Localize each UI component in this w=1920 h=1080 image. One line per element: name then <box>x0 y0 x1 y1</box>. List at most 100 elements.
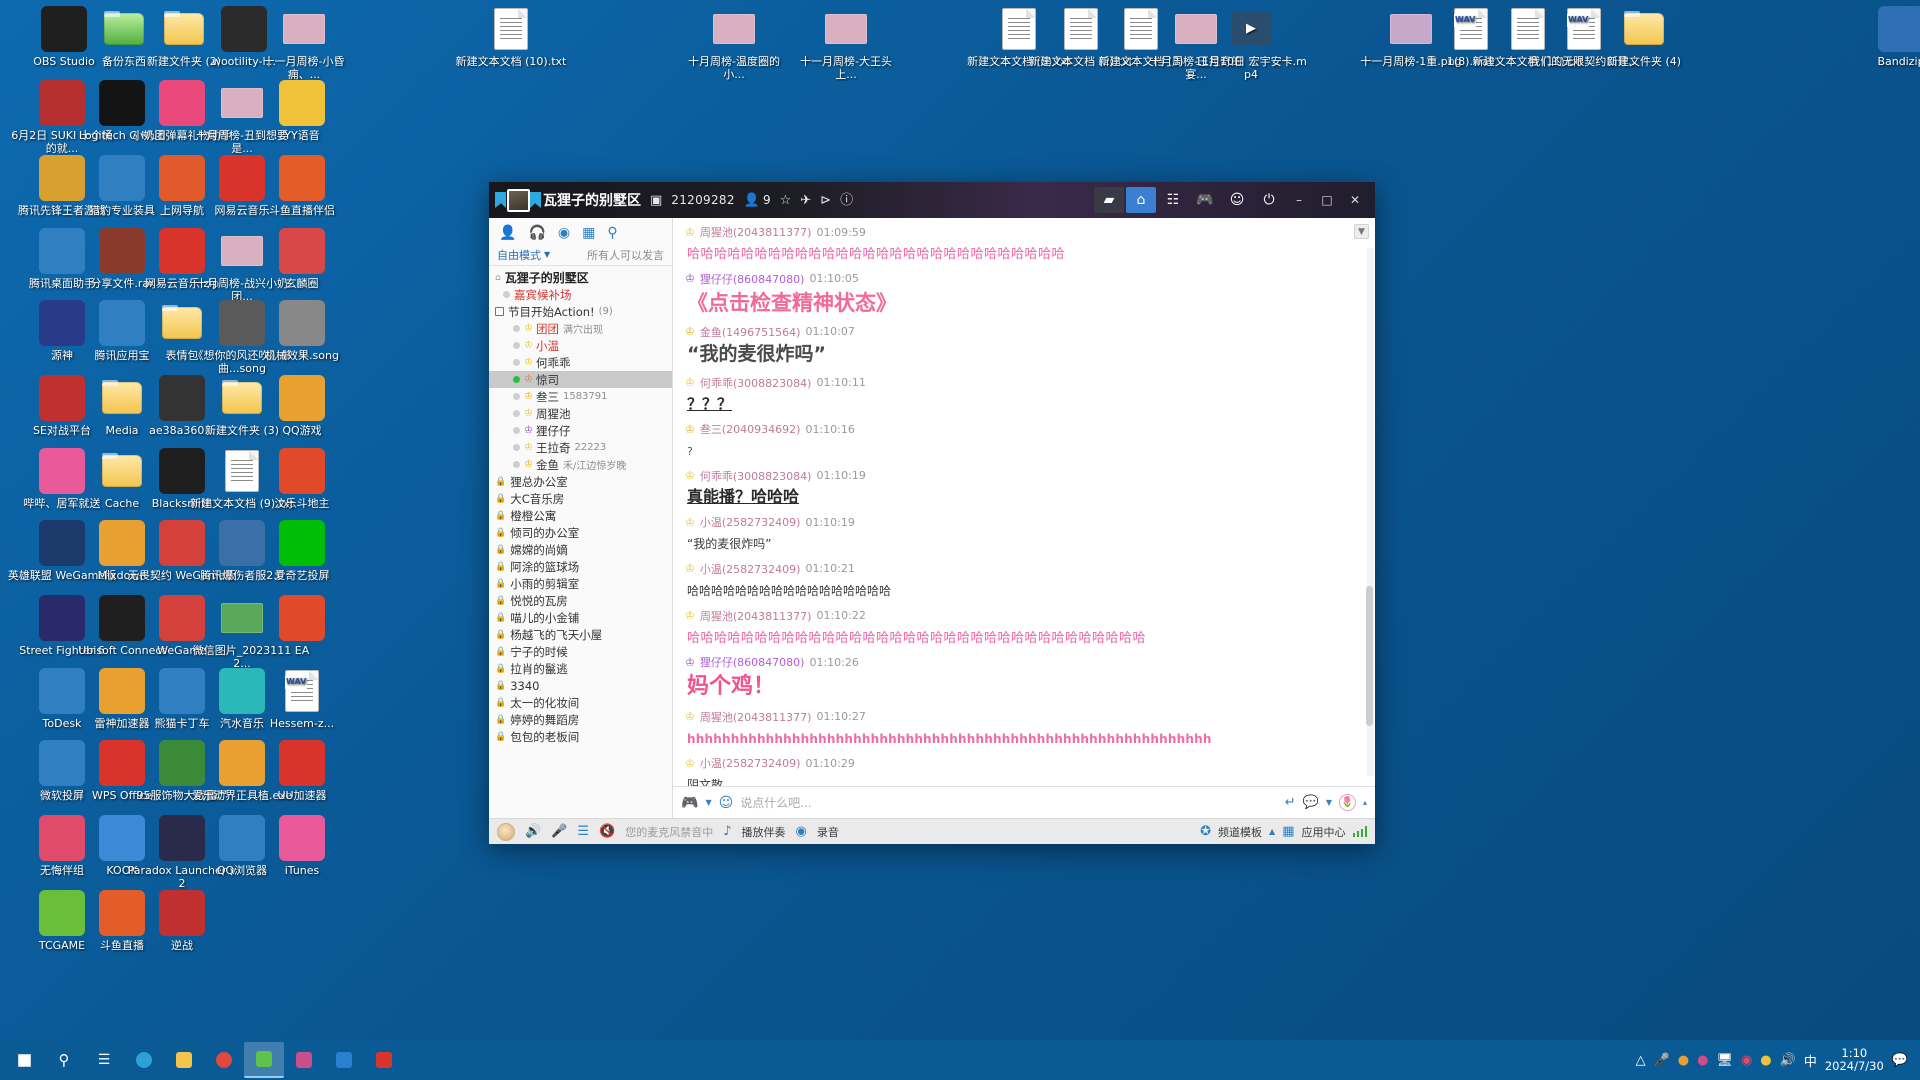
emoji-icon[interactable]: 💬 <box>1303 795 1319 810</box>
chat-message[interactable]: ♔ 狸仔仔(860847080) 01:10:05 《点击检查精神状态》 <box>685 271 1361 317</box>
desktop-icon[interactable]: iTunes <box>246 815 358 878</box>
chat-scrollbar-thumb[interactable] <box>1366 586 1373 726</box>
person-icon[interactable]: 👤 <box>499 226 516 240</box>
app-icon-3[interactable] <box>364 1042 404 1078</box>
app-statusbar[interactable]: 🔊 🎤 ☰ 🔇 您的麦克风禁音中 ♪ 播放伴奏 ◉ 录音 ✪ 频道模板 ▲ ▦ … <box>489 818 1375 844</box>
windows-taskbar[interactable]: ⚲ ☰ △ 🎤 ● ● 🖥 ◉ ● 🔊 中 1:10 2024/7/30 💬 <box>0 1040 1920 1080</box>
desktop-icon[interactable]: 玄麟圈 <box>246 228 358 291</box>
mic-muted-icon[interactable]: 🎤 <box>551 824 567 839</box>
microphone-icon[interactable]: 🎤 <box>1654 1053 1670 1068</box>
sidebar-item-10[interactable]: ♔ 王拉奇 22223 <box>489 439 672 456</box>
desktop-icon[interactable]: WAV Hessem-z... <box>246 668 358 731</box>
user-avatar[interactable] <box>497 822 515 841</box>
mode-selector[interactable]: 自由模式 <box>497 247 541 263</box>
sidebar-item-24[interactable]: 🔒 3340 <box>489 677 672 694</box>
chat-message[interactable]: ♔ 小温(2582732409) 01:10:29 阴文散 <box>685 755 1361 786</box>
sidebar-item-5[interactable]: ♔ 何乖乖 <box>489 354 672 371</box>
speaker-icon[interactable]: 🔊 <box>525 824 541 839</box>
sidebar-item-15[interactable]: 🔒 倾司的办公室 <box>489 524 672 541</box>
desktop-icon[interactable]: 机械效果.song <box>246 300 358 363</box>
music-note-icon[interactable]: ♪ <box>723 824 731 839</box>
sidebar-item-12[interactable]: 🔒 狸总办公室 <box>489 473 672 490</box>
folder-icon[interactable] <box>164 1042 204 1078</box>
titlebar-right-group[interactable]: ▰ ⌂ ☷ 🎮 ☺ ⏻ – □ ✕ <box>1093 182 1369 218</box>
chat-message[interactable]: ♔ 周猩池(2043811377) 01:10:27 hhhhhhhhhhhhhhhh… <box>685 709 1361 749</box>
chevron-down-icon[interactable]: ▼ <box>705 798 711 807</box>
desktop-icon[interactable]: 十一月周榜-小昏痈、... <box>248 6 360 81</box>
chat-message-author[interactable]: 叁三(2040934692) <box>700 421 801 437</box>
list-icon[interactable]: ☷ <box>1158 187 1188 213</box>
app-center-icon[interactable]: ▦ <box>1282 824 1294 839</box>
channel-template-button[interactable]: 频道模板 <box>1218 824 1262 840</box>
chat-message-author[interactable]: 小温(2582732409) <box>700 561 801 577</box>
chevron-up-icon[interactable]: ▲ <box>1269 827 1275 836</box>
sidebar-item-21[interactable]: 🔒 杨越飞的飞天小屋 <box>489 626 672 643</box>
equalizer-icon[interactable]: ☰ <box>577 824 589 839</box>
star-icon[interactable]: ☆ <box>780 194 792 207</box>
location-icon[interactable]: ◉ <box>558 226 570 240</box>
chat-scrollbar[interactable] <box>1366 248 1374 776</box>
screen-share-icon[interactable]: ▰ <box>1094 187 1124 213</box>
sidebar-item-25[interactable]: 🔒 太一的化妆间 <box>489 694 672 711</box>
close-button[interactable]: ✕ <box>1341 182 1369 218</box>
chat-message[interactable]: ♔ 狸仔仔(860847080) 01:10:26 妈个鸡！ <box>685 654 1361 702</box>
sidebar-item-26[interactable]: 🔒 婷婷的舞蹈房 <box>489 711 672 728</box>
volume-icon[interactable]: 🔊 <box>1780 1053 1796 1068</box>
sidebar-item-13[interactable]: 🔒 大C音乐房 <box>489 490 672 507</box>
sidebar-item-1[interactable]: 嘉宾候补场 <box>489 286 672 303</box>
chat-message-author[interactable]: 何乖乖(3008823084) <box>700 375 812 391</box>
sidebar-item-14[interactable]: 🔒 橙橙公寓 <box>489 507 672 524</box>
scroll-to-bottom-icon[interactable]: ▼ <box>1354 224 1369 239</box>
app-icon-1[interactable] <box>284 1042 324 1078</box>
windows-start-icon[interactable] <box>4 1042 44 1078</box>
app-tray-icon[interactable]: ● <box>1760 1053 1771 1068</box>
desktop-icon[interactable]: UU加速器 <box>246 740 358 803</box>
statusbar-right-group[interactable]: ✪ 频道模板 ▲ ▦ 应用中心 <box>1200 824 1367 840</box>
card-icon[interactable]: ▦ <box>582 226 595 240</box>
clock-tray-icon[interactable]: ● <box>1697 1053 1708 1068</box>
mode-row[interactable]: 自由模式 ▼ 所有人可以发言 <box>489 244 672 266</box>
chat-message-author[interactable]: 金鱼(1496751564) <box>700 324 801 340</box>
qt-voice-icon[interactable] <box>244 1042 284 1078</box>
flower-icon[interactable]: 🌷 <box>1338 794 1356 811</box>
search-icon[interactable]: ⚲ <box>44 1042 84 1078</box>
desktop-icon[interactable]: QQ游戏 <box>246 375 358 438</box>
sidebar-toolbar[interactable]: 👤 🎧 ◉ ▦ ⚲ <box>489 218 672 244</box>
ime-indicator[interactable]: 中 <box>1804 1051 1817 1070</box>
desktop-icon[interactable]: YY语音 <box>246 80 358 143</box>
sidebar-item-6[interactable]: ♔ 惊司 <box>489 371 672 388</box>
collapse-icon[interactable]: ▴ <box>1363 798 1367 807</box>
search-icon[interactable]: ⚲ <box>607 226 617 240</box>
desktop-icon[interactable]: 斗鱼直播伴侣 <box>246 155 358 218</box>
desktop-icon[interactable]: 爱奇艺投屏 <box>246 520 358 583</box>
face-icon[interactable]: ☺ <box>719 795 734 811</box>
headphone-icon[interactable]: 🎧 <box>528 226 545 240</box>
maximize-button[interactable]: □ <box>1313 182 1341 218</box>
network-icon[interactable]: 🖥 <box>1716 1053 1733 1068</box>
chat-message[interactable]: ♔ 何乖乖(3008823084) 01:10:19 真能播？哈哈哈 <box>685 468 1361 508</box>
power-icon[interactable]: ⏻ <box>1254 187 1284 213</box>
desktop-icon[interactable]: Bandizip <box>1845 6 1920 69</box>
chat-message-author[interactable]: 周猩池(2043811377) <box>700 608 812 624</box>
channel-template-icon[interactable]: ✪ <box>1200 824 1211 839</box>
chevron-down-icon[interactable]: ▼ <box>544 250 550 259</box>
record-button[interactable]: 录音 <box>817 824 839 840</box>
window-titlebar[interactable]: 瓦狸子的别墅区 ▣ 21209282 👤 9 ☆ ✈ ⊳ ⓘ ▰ ⌂ ☷ 🎮 ☺… <box>489 182 1375 218</box>
sidebar-item-0[interactable]: ⌂ 瓦狸子的别墅区 <box>489 269 672 286</box>
enter-icon[interactable]: ↵ <box>1285 795 1296 810</box>
chat-message-author[interactable]: 小温(2582732409) <box>700 514 801 530</box>
chat-message[interactable]: ♔ 何乖乖(3008823084) 01:10:11 ？？？ <box>685 375 1361 415</box>
sidebar-item-20[interactable]: 🔒 喵儿的小金铺 <box>489 609 672 626</box>
sidebar-item-11[interactable]: ♔ 金鱼 禾/江边惊岁晚 <box>489 456 672 473</box>
taskview-icon[interactable]: ☰ <box>84 1042 124 1078</box>
room-tree[interactable]: ⌂ 瓦狸子的别墅区 嘉宾候补场 节目开始Action! (9) ♔ 团团 满穴出现 ♔ 小温 ♔ 何乖… <box>489 266 672 818</box>
sidebar-item-19[interactable]: 🔒 悦悦的瓦房 <box>489 592 672 609</box>
chrome-icon[interactable] <box>204 1042 244 1078</box>
desktop-icon[interactable]: 十月周榜-温度圈的小... <box>678 6 790 81</box>
share-icon[interactable]: ⊳ <box>820 194 831 207</box>
chat-message-author[interactable]: 周猩池(2043811377) <box>700 709 812 725</box>
sidebar-item-27[interactable]: 🔒 包包的老板间 <box>489 728 672 745</box>
chat-message-author[interactable]: 何乖乖(3008823084) <box>700 468 812 484</box>
sidebar-item-3[interactable]: ♔ 团团 满穴出现 <box>489 320 672 337</box>
qt-voice-window[interactable]: 瓦狸子的别墅区 ▣ 21209282 👤 9 ☆ ✈ ⊳ ⓘ ▰ ⌂ ☷ 🎮 ☺… <box>489 182 1375 844</box>
